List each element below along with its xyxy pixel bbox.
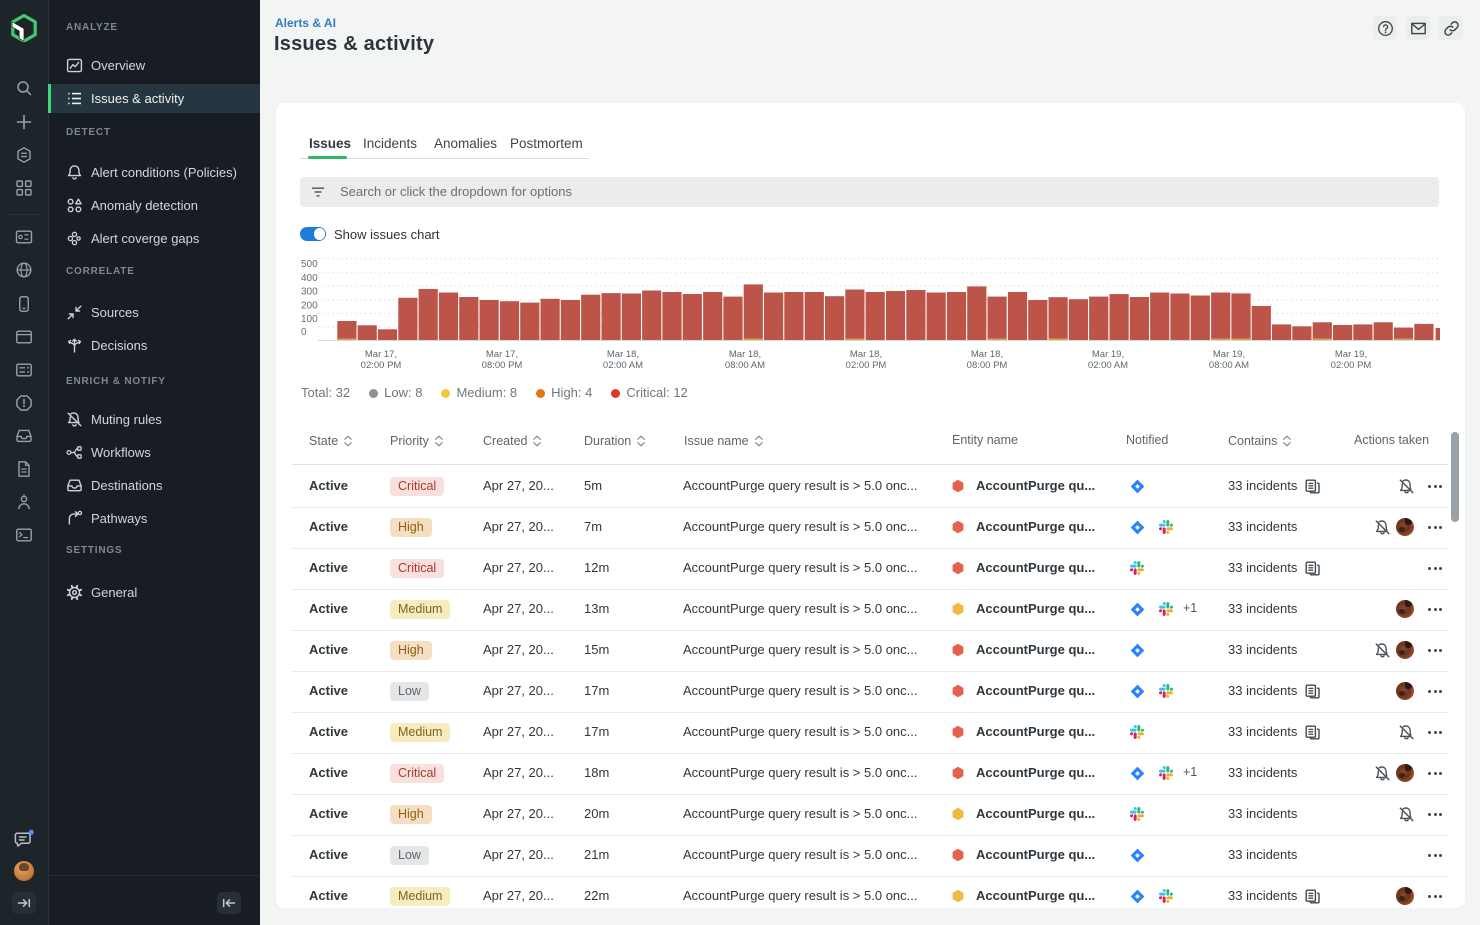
svg-text:0: 0 — [301, 327, 307, 338]
svg-text:400: 400 — [301, 273, 318, 284]
svg-text:100: 100 — [301, 314, 318, 325]
svg-text:500: 500 — [301, 259, 318, 270]
svg-text:200: 200 — [301, 300, 318, 311]
svg-text:300: 300 — [301, 287, 318, 298]
